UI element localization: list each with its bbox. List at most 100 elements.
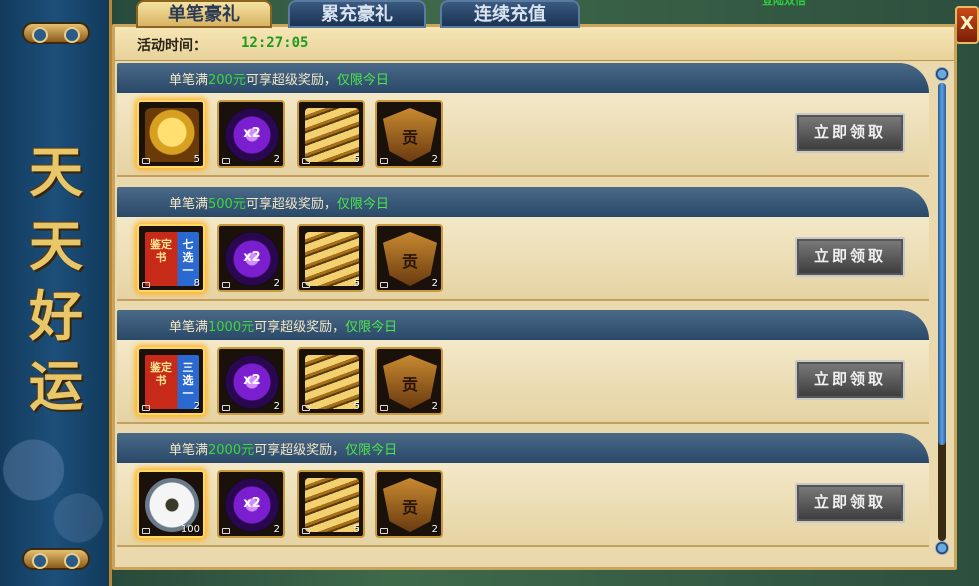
condition-amount: 1000元 [208, 320, 255, 335]
claim-reward-button[interactable]: 立即领取 [795, 483, 905, 523]
reward-item-slot[interactable]: x2 2 [217, 470, 285, 538]
shield-token-icon: 贡 [383, 478, 437, 532]
reward-row-body: 5 x2 2 5 贡 2 立即领取 [117, 93, 929, 177]
close-button[interactable]: X [955, 6, 979, 44]
reward-row-body: 100 x2 2 5 贡 2 立即领取 [117, 463, 929, 547]
bind-lock-icon [222, 282, 230, 288]
item-label: x2 [243, 373, 261, 388]
item-count: 5 [353, 154, 360, 165]
shield-token-icon: 贡 [383, 355, 437, 409]
bottom-knot-ornament [22, 548, 90, 570]
condition-amount: 200元 [208, 73, 246, 88]
condition-prefix: 单笔满 [169, 443, 209, 458]
reward-row-header: 单笔满1000元可享超级奖励，仅限今日 [117, 310, 929, 340]
reward-item-slot[interactable]: 鉴定书 七选一 8 [137, 224, 205, 292]
reward-item-slot[interactable]: 贡2 [375, 347, 443, 415]
item-label: 贡 [401, 128, 418, 147]
item-count: 2 [431, 401, 438, 412]
golden-egg-icon [145, 108, 199, 162]
item-count: 8 [193, 278, 200, 289]
cloud-swirl-ornament [0, 406, 112, 566]
banner-char-1: 天 [29, 140, 83, 204]
reward-condition-text: 单笔满1000元可享超级奖励，仅限今日 [169, 316, 397, 335]
item-label: 贡 [401, 375, 418, 394]
item-count: 2 [431, 278, 438, 289]
reward-row: 单笔满500元可享超级奖励，仅限今日 鉴定书 七选一 8 x2 2 5 贡 2 立即领取 [117, 187, 929, 304]
condition-amount: 500元 [208, 197, 246, 212]
item-label: 鉴定书 [150, 238, 172, 264]
shield-token-icon: 贡 [383, 232, 437, 286]
reward-item-slot[interactable]: 5 [297, 224, 365, 292]
tab-continuous-recharge[interactable]: 连续充值 [440, 0, 580, 28]
condition-suffix: 可享超级奖励， [245, 73, 337, 88]
shield-token-icon: 贡 [383, 108, 437, 162]
activity-time-bar: 活动时间： 12:27:05 [115, 27, 954, 61]
reward-item-slot[interactable]: x2 2 [217, 224, 285, 292]
reward-item-slot[interactable]: 贡2 [375, 100, 443, 168]
condition-suffix: 可享超级奖励， [254, 443, 346, 458]
reward-item-slot[interactable]: 鉴定书 三选一 2 [137, 347, 205, 415]
condition-limit: 仅限今日 [345, 443, 398, 458]
claim-reward-button[interactable]: 立即领取 [795, 237, 905, 277]
reward-row-header: 单笔满500元可享超级奖励，仅限今日 [117, 187, 929, 217]
reward-condition-text: 单笔满2000元可享超级奖励，仅限今日 [169, 439, 397, 458]
gold-ingot-icon [305, 108, 359, 162]
bind-lock-icon [302, 158, 310, 164]
condition-prefix: 单笔满 [169, 197, 209, 212]
reward-item-slot[interactable]: 贡2 [375, 470, 443, 538]
bind-lock-icon [142, 282, 150, 288]
bind-lock-icon [222, 405, 230, 411]
item-label: x2 [243, 126, 261, 141]
bind-lock-icon [380, 158, 388, 164]
gold-ingot-icon [305, 355, 359, 409]
reward-row: 单笔满1000元可享超级奖励，仅限今日 鉴定书 三选一 2 x2 2 5 贡 2 立即领取 [117, 310, 929, 427]
scroll-thumb[interactable] [938, 83, 946, 445]
left-banner: 天 天 好 运 [0, 0, 112, 586]
condition-prefix: 单笔满 [169, 73, 209, 88]
reward-item-slot[interactable]: 5 [297, 347, 365, 415]
bind-lock-icon [302, 405, 310, 411]
top-right-text: 登陆双倍 [762, 0, 806, 7]
claim-reward-button[interactable]: 立即领取 [795, 360, 905, 400]
condition-prefix: 单笔满 [169, 320, 209, 335]
reward-item-slot[interactable]: 贡2 [375, 224, 443, 292]
reward-row: 单笔满200元可享超级奖励，仅限今日 5 x2 2 5 贡 2 立即领取 [117, 63, 929, 180]
gold-ingot-icon [305, 232, 359, 286]
reward-item-slot[interactable]: 5 [297, 470, 365, 538]
item-count: 2 [273, 278, 280, 289]
appraisal-book-icon: 鉴定书 七选一 [145, 232, 199, 286]
reward-condition-text: 单笔满500元可享超级奖励，仅限今日 [169, 193, 389, 212]
condition-limit: 仅限今日 [336, 73, 389, 88]
item-count: 2 [193, 401, 200, 412]
condition-limit: 仅限今日 [336, 197, 389, 212]
bind-lock-icon [302, 528, 310, 534]
reward-item-slot[interactable]: x2 2 [217, 100, 285, 168]
condition-limit: 仅限今日 [345, 320, 398, 335]
tab-single-recharge[interactable]: 单笔豪礼 [136, 0, 272, 28]
double-exp-orb-icon: x2 [225, 355, 279, 409]
reward-item-slot[interactable]: 5 [297, 100, 365, 168]
item-count: 2 [273, 154, 280, 165]
item-count: 2 [431, 154, 438, 165]
bind-lock-icon [222, 158, 230, 164]
scroll-up-icon[interactable] [935, 67, 949, 81]
claim-reward-button[interactable]: 立即领取 [795, 113, 905, 153]
item-label: 贡 [401, 252, 418, 271]
tab-cumulative-recharge[interactable]: 累充豪礼 [288, 0, 426, 28]
item-label: 贡 [401, 498, 418, 517]
bind-lock-icon [142, 158, 150, 164]
scrollbar[interactable] [935, 67, 949, 557]
reward-item-slot[interactable]: x2 2 [217, 347, 285, 415]
reward-item-slot[interactable]: 5 [137, 100, 205, 168]
scroll-down-icon[interactable] [935, 541, 949, 555]
condition-suffix: 可享超级奖励， [254, 320, 346, 335]
activity-time-label: 活动时间： [137, 38, 207, 54]
reward-row: 单笔满2000元可享超级奖励，仅限今日 100 x2 2 5 贡 2 立即领取 [117, 433, 929, 550]
activity-time-value: 12:27:05 [241, 35, 309, 51]
reward-row-header: 单笔满200元可享超级奖励，仅限今日 [117, 63, 929, 93]
reward-item-slot[interactable]: 100 [137, 470, 205, 538]
gold-ingot-icon [305, 478, 359, 532]
condition-amount: 2000元 [208, 443, 255, 458]
reward-row-body: 鉴定书 七选一 8 x2 2 5 贡 2 立即领取 [117, 217, 929, 301]
item-count: 5 [193, 154, 200, 165]
